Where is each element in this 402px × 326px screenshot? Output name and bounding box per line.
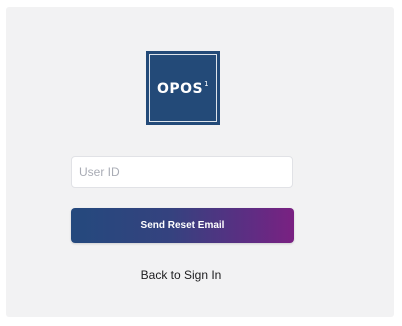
logo-superscript: 1 [204, 79, 210, 88]
screen: OPOS1 Send Reset Email Back to Sign In [0, 0, 402, 326]
logo-text: OPOS1 [157, 80, 209, 97]
opos-logo: OPOS1 [146, 51, 220, 125]
logo-border: OPOS1 [149, 54, 217, 122]
send-reset-email-button[interactable]: Send Reset Email [71, 208, 294, 243]
back-to-sign-in-link[interactable]: Back to Sign In [0, 268, 362, 282]
user-id-input[interactable] [71, 156, 293, 188]
logo-wordmark: OPOS [156, 80, 204, 97]
